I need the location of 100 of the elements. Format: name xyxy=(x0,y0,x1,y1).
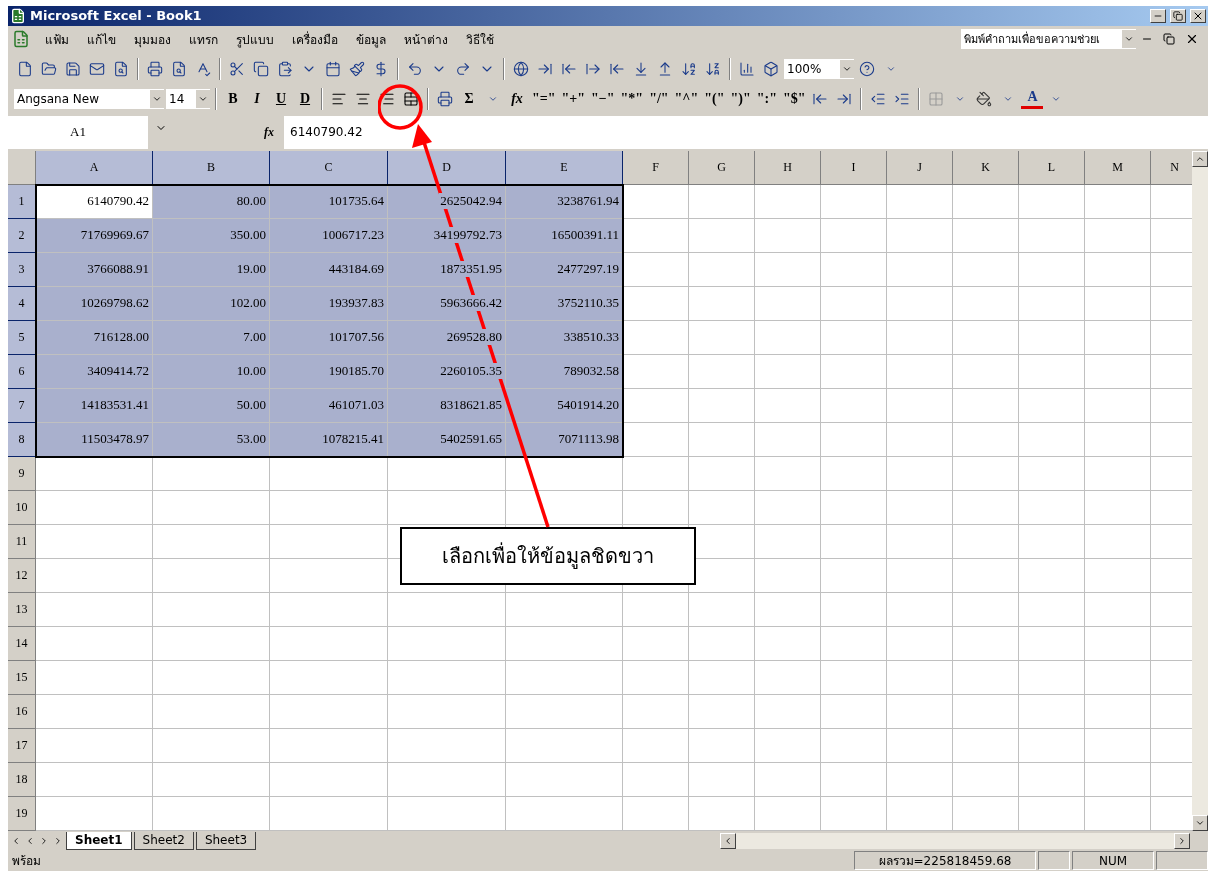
sheet-tab[interactable]: Sheet1 xyxy=(66,831,132,850)
symbol-button[interactable]: "$" xyxy=(780,86,808,111)
row-header[interactable]: 13 xyxy=(8,592,36,627)
function-button[interactable]: fx xyxy=(506,86,528,111)
menu-item[interactable]: มุมมอง xyxy=(125,29,180,49)
restore-button[interactable] xyxy=(1170,8,1186,23)
column-header[interactable]: N xyxy=(1151,150,1192,185)
row-header[interactable]: 3 xyxy=(8,252,36,287)
format-button[interactable]: I xyxy=(246,86,268,111)
table-cell xyxy=(821,762,887,797)
excel-icon[interactable] xyxy=(12,30,30,49)
symbol-button[interactable]: ":" xyxy=(754,86,779,111)
table-cell xyxy=(953,524,1019,559)
row-header[interactable]: 19 xyxy=(8,796,36,831)
row-header[interactable]: 16 xyxy=(8,694,36,729)
help-search-field[interactable]: พิมพ์คำถามเพื่อขอความช่วยเ xyxy=(961,29,1136,50)
column-header[interactable]: A xyxy=(36,150,153,185)
symbol-button[interactable]: "=" xyxy=(530,86,558,111)
symbol-button[interactable]: "^" xyxy=(672,86,701,111)
formula-field[interactable]: 6140790.42 xyxy=(284,115,1208,149)
column-header[interactable]: J xyxy=(887,150,953,185)
table-cell xyxy=(953,762,1019,797)
table-cell: 34199792.73 xyxy=(388,218,506,253)
table-cell xyxy=(1019,490,1085,525)
row-header[interactable]: 15 xyxy=(8,660,36,695)
column-header[interactable]: E xyxy=(506,150,623,185)
row-header[interactable]: 9 xyxy=(8,456,36,491)
table-cell xyxy=(887,490,953,525)
table-cell xyxy=(953,286,1019,321)
table-cell xyxy=(755,796,821,831)
table-cell xyxy=(887,218,953,253)
row-header[interactable]: 17 xyxy=(8,728,36,763)
row-header[interactable]: 6 xyxy=(8,354,36,389)
vertical-scrollbar[interactable] xyxy=(1192,150,1208,831)
column-header[interactable]: C xyxy=(270,150,388,185)
table-cell xyxy=(689,694,755,729)
horizontal-scrollbar[interactable] xyxy=(720,832,1190,849)
row-header[interactable]: 12 xyxy=(8,558,36,593)
sheet-tab[interactable]: Sheet2 xyxy=(133,831,194,850)
row-header[interactable]: 4 xyxy=(8,286,36,321)
menu-item[interactable]: ข้อมูล xyxy=(347,29,395,49)
column-header[interactable]: H xyxy=(755,150,821,185)
symbol-button[interactable]: "*" xyxy=(618,86,646,111)
row-header[interactable]: 1 xyxy=(8,184,36,219)
menu-item[interactable]: วิธีใช้ xyxy=(457,29,503,49)
table-cell xyxy=(755,422,821,457)
row-header[interactable]: 5 xyxy=(8,320,36,355)
column-header[interactable]: B xyxy=(153,150,270,185)
scroll-down-button[interactable] xyxy=(1192,814,1208,831)
symbol-button[interactable]: "/" xyxy=(647,86,671,111)
close-button[interactable] xyxy=(1190,8,1206,23)
table-cell xyxy=(689,592,755,627)
name-box[interactable]: A1 xyxy=(8,115,148,149)
row-header[interactable]: 10 xyxy=(8,490,36,525)
scroll-up-button[interactable] xyxy=(1192,150,1208,167)
column-header[interactable]: G xyxy=(689,150,755,185)
minimize-button[interactable] xyxy=(1150,8,1166,23)
restore-icon[interactable] xyxy=(1163,33,1175,46)
table-cell: 5963666.42 xyxy=(388,286,506,321)
select-all-button[interactable] xyxy=(8,150,36,185)
column-header[interactable]: M xyxy=(1085,150,1151,185)
table-cell xyxy=(1085,558,1151,593)
menu-item[interactable]: แทรก xyxy=(180,29,227,49)
format-button[interactable]: U xyxy=(270,86,292,111)
menu-item[interactable]: รูปแบบ xyxy=(227,29,283,49)
font-field[interactable]: Angsana New xyxy=(14,88,164,109)
table-cell: 11503478.97 xyxy=(36,422,153,457)
menu-item[interactable]: เครื่องมือ xyxy=(283,29,347,49)
format-button[interactable]: D xyxy=(294,86,316,111)
row-header[interactable]: 18 xyxy=(8,762,36,797)
column-header[interactable]: D xyxy=(388,150,506,185)
row-header[interactable]: 8 xyxy=(8,422,36,457)
table-cell: 101707.56 xyxy=(270,320,388,355)
menu-item[interactable]: แฟ้ม xyxy=(36,29,78,49)
format-button[interactable]: B xyxy=(222,86,244,111)
column-header[interactable]: K xyxy=(953,150,1019,185)
row-header[interactable]: 7 xyxy=(8,388,36,423)
sheet-tab[interactable]: Sheet3 xyxy=(195,831,257,850)
font-color-button[interactable]: A xyxy=(1021,88,1044,109)
row-header[interactable]: 14 xyxy=(8,626,36,661)
column-header[interactable]: F xyxy=(623,150,689,185)
table-cell xyxy=(953,456,1019,491)
scroll-left-button[interactable] xyxy=(720,832,736,849)
symbol-button[interactable]: ")" xyxy=(728,86,753,111)
row-header[interactable]: 2 xyxy=(8,218,36,253)
autosum-button[interactable]: Σ xyxy=(458,86,480,111)
menu-item[interactable]: หน้าต่าง xyxy=(395,29,457,49)
symbol-button[interactable]: "(" xyxy=(702,86,727,111)
table-cell xyxy=(755,252,821,287)
column-header[interactable]: I xyxy=(821,150,887,185)
column-header[interactable]: L xyxy=(1019,150,1085,185)
row-header[interactable]: 11 xyxy=(8,524,36,559)
scroll-right-button[interactable] xyxy=(1174,832,1190,849)
symbol-button[interactable]: "+" xyxy=(559,86,588,111)
symbol-button[interactable]: "−" xyxy=(589,86,617,111)
menu-item[interactable]: แก้ไข xyxy=(78,29,125,49)
table-cell xyxy=(755,456,821,491)
font-size-field[interactable]: 14 xyxy=(166,88,210,109)
table-cell xyxy=(1085,660,1151,695)
zoom-field[interactable]: 100% xyxy=(784,58,854,79)
